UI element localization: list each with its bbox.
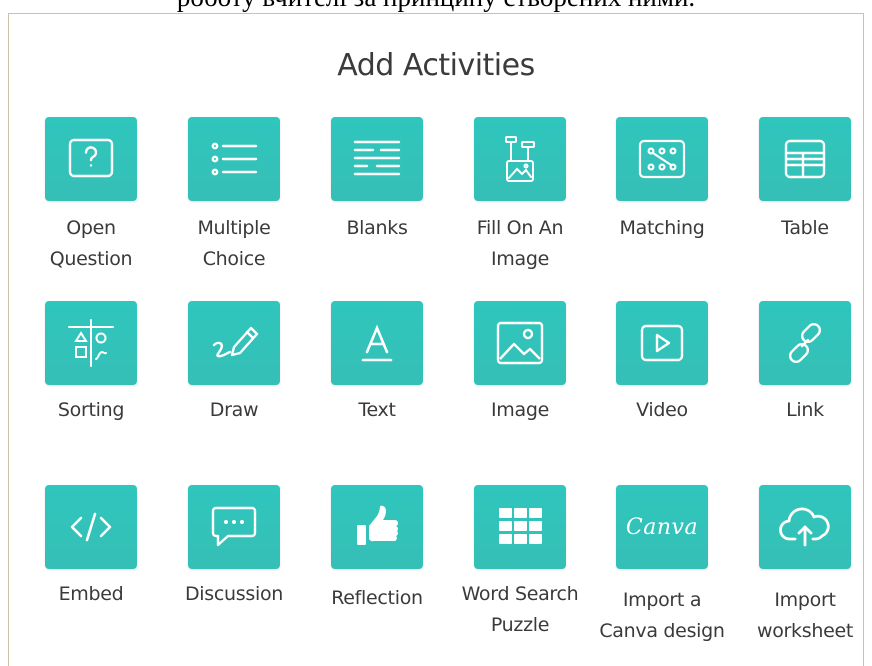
cloud-upload-icon [779, 507, 830, 547]
activity-label: Draw [209, 399, 259, 421]
image-icon [496, 321, 544, 365]
sorting-icon-tile [45, 301, 137, 385]
thumbs-up-icon [357, 505, 399, 545]
add-activities-panel: Add Activities Open Question Multiple Ch… [8, 13, 864, 666]
text-icon-tile [331, 301, 423, 385]
activity-label: Multiple Choice [197, 217, 271, 270]
table-icon [784, 139, 826, 179]
thumbs-up-icon-tile [331, 485, 423, 569]
video-icon [640, 324, 684, 362]
matching-icon-tile [616, 117, 708, 201]
table-icon-tile [759, 117, 851, 201]
image-icon-tile [474, 301, 566, 385]
activity-label: Fill On An Image [476, 217, 564, 270]
sorting-icon [68, 319, 114, 367]
list-icon-tile [188, 117, 280, 201]
grid-icon-tile [474, 485, 566, 569]
matching-icon [638, 139, 686, 179]
activity-label: Import a Canva design [599, 589, 725, 642]
activity-label: Discussion [184, 583, 284, 605]
activity-label: Blanks [346, 217, 408, 239]
chat-icon-tile [188, 485, 280, 569]
activity-label: Table [781, 217, 829, 239]
activity-label: Reflection [331, 587, 423, 609]
grid-icon [499, 508, 542, 544]
activity-label: Text [358, 399, 396, 421]
list-icon [211, 142, 258, 176]
cloud-upload-icon-tile [759, 485, 851, 569]
blanks-icon [353, 140, 401, 176]
fill-image-icon [505, 136, 535, 182]
activity-label: Video [636, 399, 688, 421]
question-icon [68, 138, 114, 178]
activity-label: Open Question [49, 217, 133, 270]
code-icon [70, 512, 112, 542]
activity-label: Word Search Puzzle [461, 583, 579, 636]
video-icon-tile [616, 301, 708, 385]
link-icon [788, 322, 822, 364]
text-icon [361, 324, 393, 362]
blanks-icon-tile [331, 117, 423, 201]
chat-icon [211, 506, 257, 547]
page: роботу вчителі за принципу створених ним… [0, 0, 872, 666]
activity-label: Matching [619, 217, 705, 239]
activities-grid: Open Question Multiple Choice Blanks Fil… [9, 14, 863, 666]
canva-logo-icon: Canva [625, 514, 699, 540]
fill-image-icon-tile [474, 117, 566, 201]
activity-label: Sorting [57, 399, 125, 421]
code-icon-tile [45, 485, 137, 569]
activity-label: Embed [58, 583, 124, 605]
pencil-icon [212, 326, 259, 358]
link-icon-tile [759, 301, 851, 385]
background-document-text: роботу вчителі за принципу створених ним… [0, 0, 872, 14]
canva-logo-icon-tile: Canva [616, 485, 708, 569]
activity-label: Image [490, 399, 549, 421]
activity-label: Import worksheet [756, 589, 854, 642]
question-icon-tile [45, 117, 137, 201]
pencil-icon-tile [188, 301, 280, 385]
activity-label: Link [786, 399, 824, 421]
